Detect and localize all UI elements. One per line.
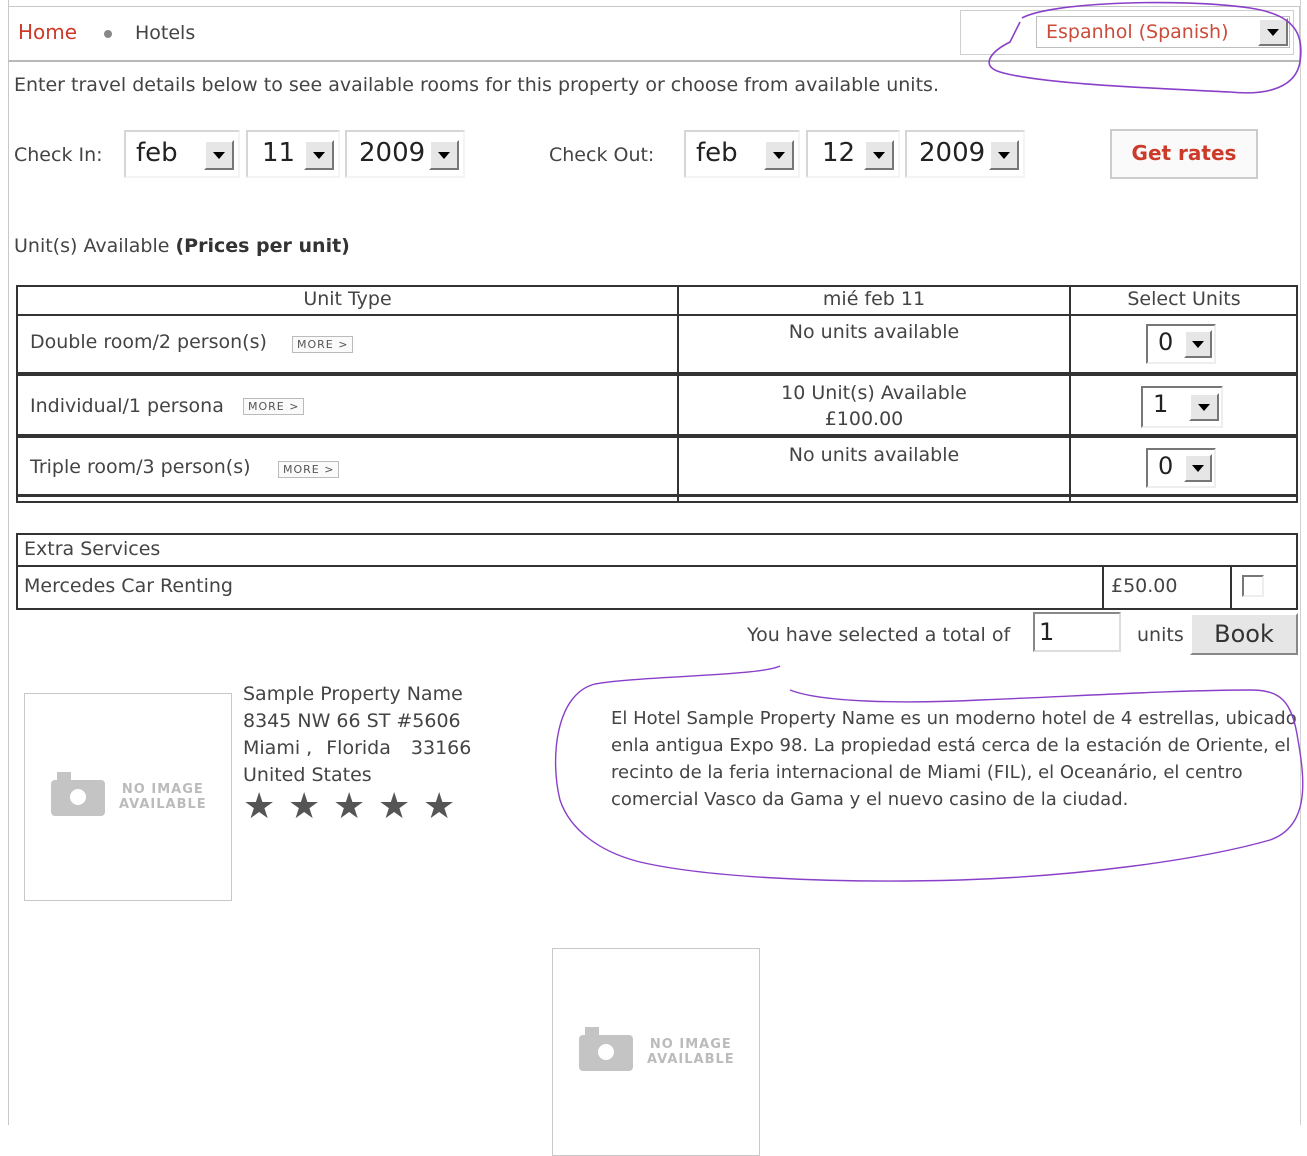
annotation-circle-language [988, 1, 1302, 94]
annotation-circle-description [554, 665, 1304, 882]
annotation-overlay [554, 1, 1304, 882]
